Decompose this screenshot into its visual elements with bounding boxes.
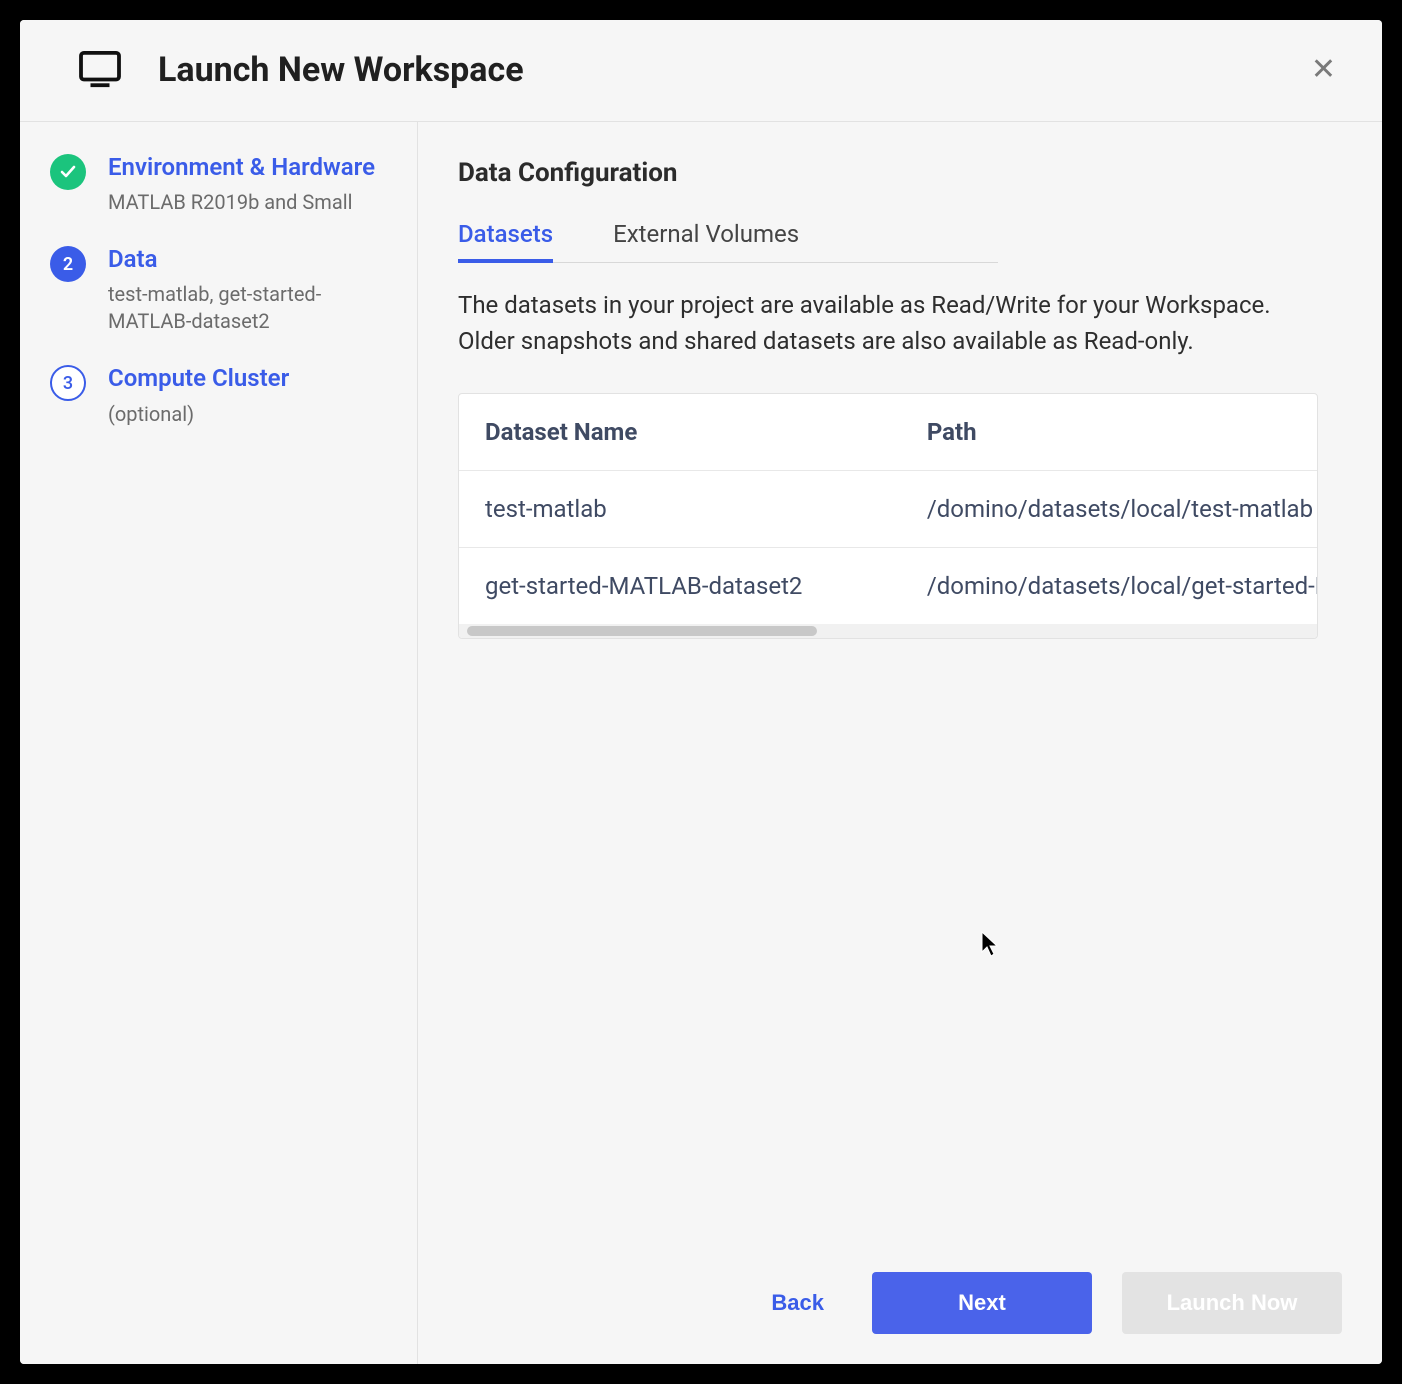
horizontal-scrollbar[interactable] <box>459 624 1317 638</box>
step-data[interactable]: 2 Data test-matlab, get-started-MATLAB-d… <box>50 244 389 335</box>
close-icon[interactable]: ✕ <box>1305 46 1342 93</box>
col-header-name: Dataset Name <box>459 394 901 471</box>
step-title[interactable]: Data <box>108 244 389 275</box>
monitor-icon <box>78 51 122 89</box>
section-title: Data Configuration <box>458 158 1342 188</box>
step-content: Data test-matlab, get-started-MATLAB-dat… <box>108 244 389 335</box>
step-number-icon: 2 <box>50 246 86 282</box>
table-header-row: Dataset Name Path <box>459 394 1317 471</box>
step-content: Compute Cluster (optional) <box>108 363 389 427</box>
cell-dataset-path: /domino/datasets/local/get-started-MATLA… <box>901 548 1317 625</box>
launch-workspace-modal: Launch New Workspace ✕ Environment & Har… <box>20 20 1382 1364</box>
step-compute-cluster[interactable]: 3 Compute Cluster (optional) <box>50 363 389 427</box>
modal-header: Launch New Workspace ✕ <box>20 20 1382 121</box>
step-title[interactable]: Environment & Hardware <box>108 152 389 183</box>
step-title[interactable]: Compute Cluster <box>108 363 389 394</box>
main-panel: Data Configuration Datasets External Vol… <box>418 122 1382 1364</box>
col-header-path: Path <box>901 394 1317 471</box>
datasets-table: Dataset Name Path test-matlab /domino/da… <box>458 393 1318 639</box>
cell-dataset-path: /domino/datasets/local/test-matlab <box>901 471 1317 548</box>
modal-body: Environment & Hardware MATLAB R2019b and… <box>20 121 1382 1364</box>
wizard-sidebar: Environment & Hardware MATLAB R2019b and… <box>20 122 418 1364</box>
tab-external-volumes[interactable]: External Volumes <box>613 210 799 262</box>
launch-now-button: Launch Now <box>1122 1272 1342 1334</box>
step-subtitle: MATLAB R2019b and Small <box>108 189 389 216</box>
check-icon <box>50 154 86 190</box>
step-content: Environment & Hardware MATLAB R2019b and… <box>108 152 389 216</box>
wizard-footer: Back Next Launch Now <box>458 1244 1342 1334</box>
step-environment[interactable]: Environment & Hardware MATLAB R2019b and… <box>50 152 389 216</box>
table-row: test-matlab /domino/datasets/local/test-… <box>459 471 1317 548</box>
datasets-description: The datasets in your project are availab… <box>458 287 1298 359</box>
step-number-icon: 3 <box>50 365 86 401</box>
tab-datasets[interactable]: Datasets <box>458 210 553 262</box>
step-subtitle: (optional) <box>108 401 389 428</box>
cell-dataset-name: get-started-MATLAB-dataset2 <box>459 548 901 625</box>
cell-dataset-name: test-matlab <box>459 471 901 548</box>
data-config-tabs: Datasets External Volumes <box>458 210 998 263</box>
next-button[interactable]: Next <box>872 1272 1092 1334</box>
table-scroll[interactable]: Dataset Name Path test-matlab /domino/da… <box>459 394 1317 624</box>
back-button[interactable]: Back <box>753 1272 842 1334</box>
modal-title: Launch New Workspace <box>158 50 1305 90</box>
step-subtitle: test-matlab, get-started-MATLAB-dataset2 <box>108 281 389 335</box>
table-row: get-started-MATLAB-dataset2 /domino/data… <box>459 548 1317 625</box>
scrollbar-thumb[interactable] <box>467 626 817 636</box>
